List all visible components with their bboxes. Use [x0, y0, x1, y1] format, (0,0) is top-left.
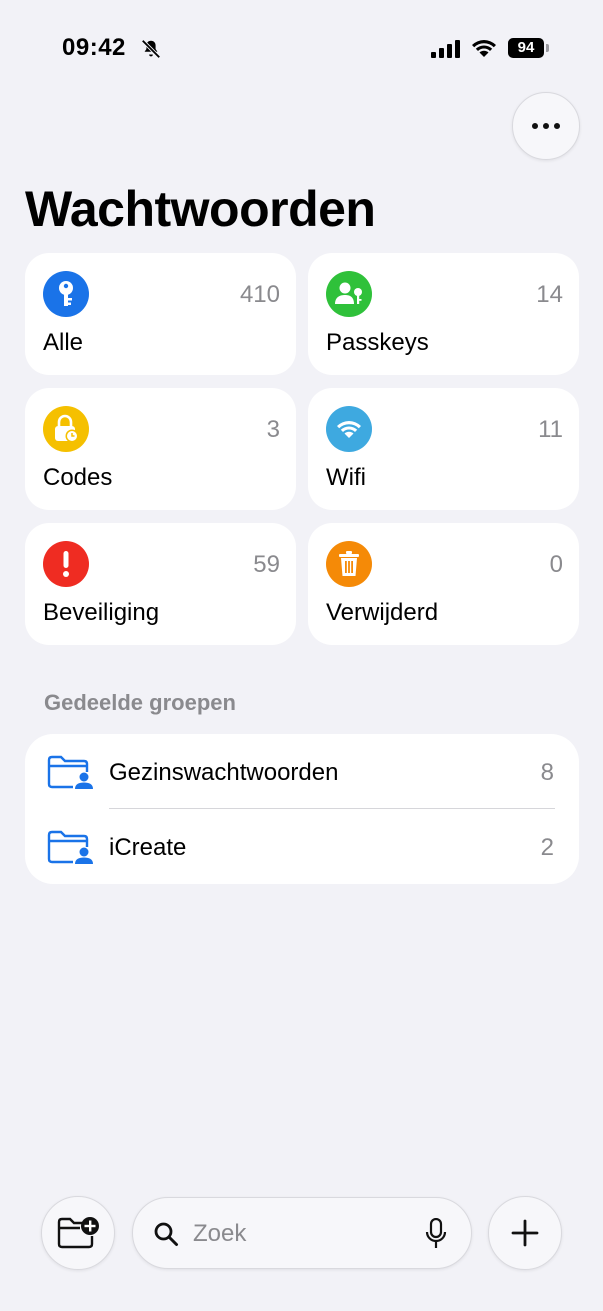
- category-count: 14: [536, 281, 563, 308]
- category-label: Codes: [43, 464, 113, 491]
- shared-group-name: iCreate: [109, 834, 187, 861]
- shared-group-row-icreate[interactable]: iCreate 2: [25, 809, 579, 884]
- shared-group-count: 2: [540, 834, 554, 861]
- shared-group-count: 8: [540, 759, 554, 786]
- key-icon: [43, 271, 89, 317]
- category-count: 410: [239, 281, 280, 308]
- lock-clock-icon: [43, 406, 89, 452]
- shared-group-name: Gezinswachtwoorden: [109, 759, 339, 786]
- category-card-beveiliging[interactable]: 59 Beveiliging: [25, 523, 296, 645]
- shared-folder-icon: [47, 755, 93, 789]
- wifi-icon: [326, 406, 372, 452]
- category-count: 3: [266, 416, 280, 443]
- shared-folder-icon: [47, 830, 93, 864]
- category-label: Wifi: [326, 464, 366, 491]
- search-input[interactable]: [193, 1214, 413, 1254]
- category-count: 59: [253, 551, 280, 578]
- search-icon: [154, 1222, 178, 1246]
- new-group-button[interactable]: [41, 1196, 115, 1270]
- category-count: 0: [549, 551, 563, 578]
- person-key-icon: [326, 271, 372, 317]
- category-card-verwijderd[interactable]: 0 Verwijderd: [308, 523, 579, 645]
- category-label: Passkeys: [326, 329, 429, 356]
- microphone-icon[interactable]: [425, 1218, 447, 1250]
- search-bar[interactable]: [132, 1197, 472, 1269]
- category-label: Alle: [43, 329, 84, 356]
- status-time: 09:42: [62, 34, 126, 61]
- ellipsis-icon: [532, 123, 538, 129]
- page-title: Wachtwoorden: [25, 181, 376, 237]
- shared-groups-header: Gedeelde groepen: [44, 690, 236, 715]
- shared-group-row-gezinswachtwoorden[interactable]: Gezinswachtwoorden 8: [25, 734, 579, 809]
- more-options-button[interactable]: [512, 92, 580, 160]
- plus-icon: [511, 1219, 539, 1247]
- category-card-alle[interactable]: 410 Alle: [25, 253, 296, 375]
- cellular-signal-icon: [431, 40, 460, 58]
- battery-level: 94: [508, 38, 544, 58]
- battery-indicator: 94: [508, 38, 550, 58]
- bell-slash-icon: [141, 39, 161, 59]
- folder-plus-icon: [57, 1217, 99, 1249]
- exclamation-icon: [43, 541, 89, 587]
- category-label: Beveiliging: [43, 599, 160, 626]
- category-label: Verwijderd: [326, 599, 439, 626]
- trash-icon: [326, 541, 372, 587]
- category-card-passkeys[interactable]: 14 Passkeys: [308, 253, 579, 375]
- category-card-wifi[interactable]: 11 Wifi: [308, 388, 579, 510]
- wifi-status-icon: [472, 40, 496, 57]
- add-password-button[interactable]: [488, 1196, 562, 1270]
- status-bar: 09:42 94: [0, 0, 603, 96]
- category-count: 11: [538, 416, 563, 443]
- shared-groups-list: Gezinswachtwoorden 8 iCreate 2: [25, 734, 579, 884]
- category-card-codes[interactable]: 3 Codes: [25, 388, 296, 510]
